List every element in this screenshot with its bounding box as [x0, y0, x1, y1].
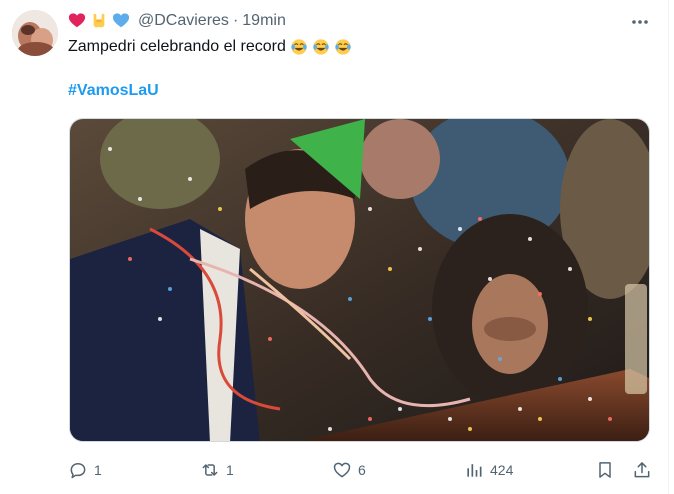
user-handle[interactable]: @DCavieres	[138, 12, 229, 30]
views-button[interactable]: 424	[464, 455, 513, 485]
share-button[interactable]	[632, 455, 652, 485]
reply-button[interactable]: 1	[68, 455, 102, 485]
reply-icon	[70, 463, 86, 479]
bookmark-button[interactable]	[595, 455, 615, 485]
avatar[interactable]	[12, 10, 58, 56]
tweet-text-content: Zampedri celebrando el record	[68, 38, 286, 55]
more-options-icon[interactable]	[630, 14, 650, 30]
retweet-count: 1	[226, 462, 234, 478]
face-with-tears-of-joy-icon	[291, 39, 307, 55]
timestamp[interactable]: 19min	[242, 12, 286, 30]
blue-heart-icon	[112, 13, 130, 28]
party-scene-image	[70, 119, 649, 441]
retweet-icon	[202, 464, 218, 476]
divider	[668, 0, 669, 494]
red-heart-icon	[68, 13, 86, 28]
hashtag-link[interactable]: #VamosLaU	[68, 80, 159, 102]
like-count: 6	[358, 462, 366, 478]
sign-of-the-horns-icon	[93, 13, 105, 28]
tweet-actions: 1 1 6 424	[60, 455, 660, 485]
tweet: @DCavieres · 19min Zampedri celebrando e…	[0, 0, 674, 494]
separator-dot: ·	[232, 12, 239, 29]
bookmark-icon	[599, 462, 611, 478]
like-button[interactable]: 6	[332, 455, 366, 485]
face-with-tears-of-joy-icon	[335, 39, 351, 55]
views-count: 424	[490, 462, 514, 478]
retweet-button[interactable]: 1	[200, 455, 234, 485]
avatar-image	[12, 10, 58, 56]
share-icon	[634, 462, 650, 478]
heart-icon	[333, 462, 351, 478]
face-with-tears-of-joy-icon	[313, 39, 329, 55]
tweet-text: Zampedri celebrando el record	[68, 36, 352, 58]
reply-count: 1	[94, 462, 102, 478]
tweet-media[interactable]	[69, 118, 650, 442]
tweet-header: @DCavieres · 19min	[68, 10, 286, 32]
views-chart-icon	[467, 464, 482, 477]
